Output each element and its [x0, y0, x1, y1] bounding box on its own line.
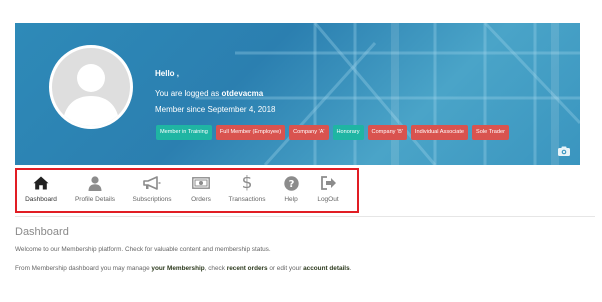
desc-part-4: .	[349, 265, 352, 272]
nav-logout-label: LogOut	[317, 196, 339, 203]
badge-individual-associate: Individual Associate	[410, 125, 469, 140]
badge-sole-trader: Sole Trader	[472, 125, 509, 140]
nav-orders-label: Orders	[191, 196, 211, 203]
desc-part-2: , check	[204, 265, 227, 272]
badge-full-member: Full Member (Employee)	[215, 125, 286, 140]
nav-dashboard-label: Dashboard	[25, 196, 57, 203]
desc-part-1: From Membership dashboard you may manage	[15, 265, 152, 272]
welcome-text: Welcome to our Membership platform. Chec…	[15, 246, 271, 253]
your-membership-link[interactable]: your Membership	[151, 265, 204, 272]
dashboard-nav: Dashboard Profile Details Subscriptions	[15, 168, 359, 213]
svg-text:?: ?	[288, 179, 294, 190]
avatar[interactable]	[49, 45, 133, 129]
member-since-text: Member since September 4, 2018	[155, 105, 276, 114]
money-icon	[185, 175, 217, 191]
logged-in-text: You are logged as otdevacma	[155, 89, 263, 98]
nav-subscriptions[interactable]: Subscriptions	[130, 175, 174, 203]
nav-orders[interactable]: Orders	[185, 175, 217, 203]
dollar-icon: $	[241, 173, 253, 193]
nav-profile-details-label: Profile Details	[74, 196, 116, 203]
megaphone-icon	[130, 175, 174, 191]
logout-icon	[315, 175, 341, 191]
nav-profile-details[interactable]: Profile Details	[73, 175, 117, 203]
nav-logout[interactable]: LogOut	[315, 175, 341, 203]
nav-transactions-label: Transactions	[228, 196, 266, 203]
account-details-link[interactable]: account details	[303, 265, 350, 272]
logged-prefix: You are logged as	[155, 89, 220, 98]
section-divider	[15, 216, 595, 217]
nav-dashboard[interactable]: Dashboard	[23, 175, 59, 203]
nav-transactions[interactable]: $ Transactions	[226, 173, 268, 204]
badge-member-in-training: Member in Training	[156, 125, 212, 140]
badge-company-a: Company 'A'	[289, 125, 329, 140]
nav-subscriptions-label: Subscriptions	[132, 196, 172, 203]
dashboard-description: From Membership dashboard you may manage…	[15, 265, 351, 272]
recent-orders-link[interactable]: recent orders	[227, 265, 268, 272]
user-icon	[73, 175, 117, 191]
desc-part-3: or edit your	[267, 265, 304, 272]
page-title: Dashboard	[15, 226, 69, 238]
username: otdevacma	[221, 89, 264, 98]
badge-company-b: Company 'B'	[367, 125, 407, 140]
badge-honorary: Honorary	[332, 125, 364, 140]
membership-badges: Member in Training Full Member (Employee…	[156, 125, 509, 140]
greeting-text: Hello ,	[155, 69, 180, 78]
camera-icon[interactable]	[558, 143, 570, 161]
home-icon	[23, 175, 59, 191]
nav-help-label: Help	[284, 196, 298, 203]
question-icon: ?	[280, 175, 302, 191]
profile-banner: Hello , You are logged as otdevacma Memb…	[15, 23, 580, 165]
nav-help[interactable]: ? Help	[280, 175, 302, 203]
